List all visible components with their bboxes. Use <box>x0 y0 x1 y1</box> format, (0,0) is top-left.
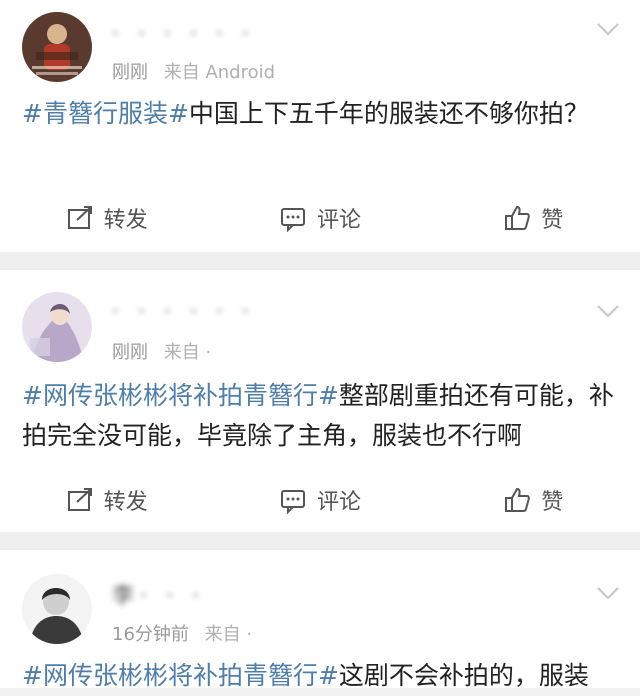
post-card: · · · · · · 刚刚 来自 · #网传张彬彬将补拍青簪行#整部剧重拍还有… <box>0 270 640 532</box>
post-source: 来自 · <box>204 624 253 645</box>
user-name[interactable]: · · · · · · <box>112 22 255 47</box>
post-meta: 刚刚 来自 · <box>112 338 211 364</box>
post-text: 中国上下五千年的服装还不够你拍？ <box>188 99 589 128</box>
chevron-down-icon[interactable] <box>596 22 620 36</box>
repost-label: 转发 <box>103 490 148 515</box>
comment-icon <box>280 490 305 514</box>
separator <box>0 252 640 270</box>
repost-icon <box>67 206 92 229</box>
thumbs-up-icon <box>505 487 531 512</box>
thumbs-up-icon <box>505 205 531 230</box>
action-bar: 转发 评论 赞 <box>0 480 640 520</box>
post-source: 来自 Android <box>163 62 276 83</box>
comment-button[interactable]: 评论 <box>260 484 380 516</box>
comment-label: 评论 <box>316 208 361 233</box>
post-source: 来自 · <box>163 342 212 363</box>
repost-button[interactable]: 转发 <box>47 484 167 516</box>
chevron-down-icon[interactable] <box>596 586 620 600</box>
topic-link[interactable]: #网传张彬彬将补拍青簪行# <box>22 661 339 690</box>
like-label: 赞 <box>541 208 564 233</box>
post-content: #网传张彬彬将补拍青簪行#整部剧重拍还有可能，补拍完全没可能，毕竟除了主角，服装… <box>22 376 618 456</box>
post-card: · · · · · · 刚刚 来自 Android #青簪行服装#中国上下五千年… <box>0 0 640 252</box>
like-label: 赞 <box>541 490 564 515</box>
avatar[interactable] <box>22 12 92 82</box>
post-meta: 16分钟前 来自 · <box>112 620 252 646</box>
post-card: 李· · · 16分钟前 来自 · #网传张彬彬将补拍青簪行#这剧不会补拍的，服… <box>0 550 640 690</box>
post-time: 刚刚 <box>112 62 148 83</box>
like-button[interactable]: 赞 <box>473 202 593 234</box>
user-name[interactable]: 李· · · <box>112 578 205 610</box>
avatar[interactable] <box>22 292 92 362</box>
repost-label: 转发 <box>103 208 148 233</box>
post-meta: 刚刚 来自 Android <box>112 58 275 84</box>
post-text: 这剧不会补拍的，服装 <box>338 661 589 690</box>
repost-icon <box>67 488 92 511</box>
comment-label: 评论 <box>316 490 361 515</box>
topic-link[interactable]: #网传张彬彬将补拍青簪行# <box>22 381 339 410</box>
comment-button[interactable]: 评论 <box>260 202 380 234</box>
like-button[interactable]: 赞 <box>473 484 593 516</box>
post-time: 刚刚 <box>112 342 148 363</box>
comment-icon <box>280 208 305 232</box>
avatar[interactable] <box>22 574 92 644</box>
post-content: #网传张彬彬将补拍青簪行#这剧不会补拍的，服装 <box>22 656 618 696</box>
post-time: 16分钟前 <box>112 624 189 645</box>
post-content: #青簪行服装#中国上下五千年的服装还不够你拍？ <box>22 94 618 134</box>
user-name[interactable]: · · · · · · <box>112 300 255 325</box>
repost-button[interactable]: 转发 <box>47 202 167 234</box>
chevron-down-icon[interactable] <box>596 304 620 318</box>
topic-link[interactable]: #青簪行服装# <box>22 99 189 128</box>
action-bar: 转发 评论 赞 <box>0 198 640 238</box>
separator <box>0 532 640 550</box>
